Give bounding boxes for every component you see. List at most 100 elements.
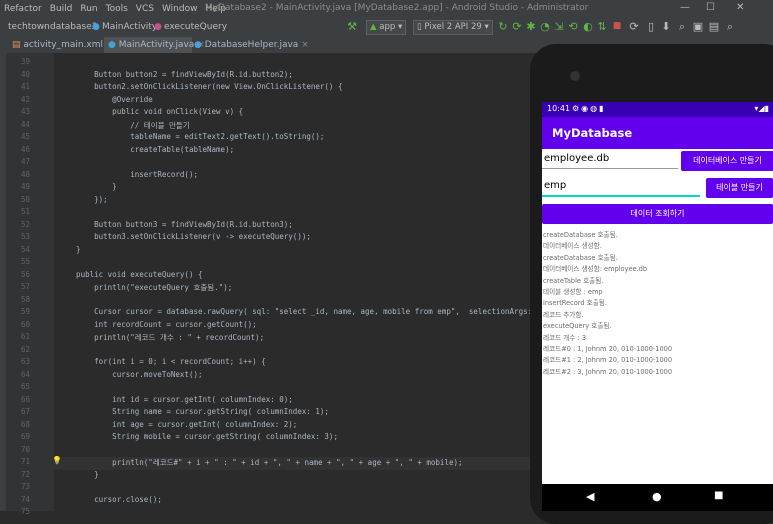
line-number: 40	[20, 69, 30, 79]
line-number: 73	[20, 482, 30, 491]
line-number: 72	[20, 469, 30, 479]
code-text: button2.setOnClickListener(new View.OnCl…	[58, 82, 343, 91]
recents-icon[interactable]: ■	[714, 490, 723, 501]
log-line: createTable 호출됨.	[543, 276, 604, 285]
rerun-icon[interactable]: ↻	[497, 20, 509, 33]
line-number: 68	[20, 419, 30, 429]
code-text: println("레코드 개수 : " + recordCount);	[58, 333, 265, 342]
class-icon: ●	[92, 22, 100, 32]
attach-debugger-icon[interactable]: ⇲	[553, 20, 565, 33]
status-bar: 10:41 ⚙◉◍▮ ▾◢▮	[542, 102, 773, 117]
line-number: 55	[20, 257, 30, 266]
line-number: 53	[20, 232, 30, 241]
close-icon[interactable]: ×	[301, 40, 309, 50]
notification-icons: ⚙◉◍▮	[572, 104, 606, 113]
line-number: 45	[20, 132, 30, 141]
line-number: 48	[20, 169, 30, 179]
breadcrumb-separator-icon: ›	[86, 22, 90, 32]
line-number: 62	[20, 344, 30, 354]
log-line: 데이터베이스 생성함: employee.db	[543, 265, 648, 274]
code-text: insertRecord();	[58, 169, 198, 179]
menu-vcs[interactable]: VCS	[132, 4, 158, 14]
breadcrumb-separator-icon: ›	[148, 22, 152, 32]
sync-icon[interactable]: ⇅	[596, 20, 608, 33]
line-number: 63	[20, 357, 30, 366]
line-number: 71	[20, 457, 30, 466]
home-icon[interactable]: ●	[652, 490, 662, 503]
tab-label: MainActivity.java	[118, 40, 195, 50]
app-bar: MyDatabase	[542, 117, 773, 149]
line-number: 41	[20, 82, 30, 91]
avd-manager-icon[interactable]: ▯	[645, 20, 657, 33]
run-config-select[interactable]: ▲ app ▾	[366, 20, 407, 35]
line-number: 56	[20, 269, 30, 279]
code-text: });	[58, 194, 108, 204]
menu-window[interactable]: Window	[158, 4, 202, 14]
code-text: button3.setOnClickListener(v -> executeQ…	[58, 232, 311, 241]
database-name-input[interactable]: employee.db	[544, 153, 609, 164]
system-nav-bar: ◀ ● ■	[542, 484, 773, 511]
line-number: 52	[20, 219, 30, 229]
log-line: 레코드#1 : 2, Johnm 20, 010-1000-1000	[543, 356, 673, 365]
log-line: 레코드#0 : 1, Johnm 20, 010-1000-1000	[543, 345, 673, 353]
device-select[interactable]: ▯ Pixel 2 API 29 ▾	[413, 20, 493, 35]
line-number: 44	[20, 119, 30, 129]
tab-databasehelper[interactable]: ● DatabaseHelper.java ×	[190, 37, 309, 53]
camera-icon	[570, 71, 580, 81]
back-icon[interactable]: ◀	[586, 490, 594, 503]
table-name-input[interactable]: emp	[544, 180, 566, 191]
hammer-icon[interactable]: ⚒	[346, 20, 358, 33]
menu-tools[interactable]: Tools	[102, 4, 132, 14]
code-text: @Override	[58, 94, 153, 104]
debug-icon[interactable]: ✱	[525, 20, 537, 33]
stop-icon[interactable]: ■	[611, 20, 623, 33]
layout-inspector-icon[interactable]: ⌕	[676, 20, 688, 33]
menu-refactor[interactable]: Refactor	[0, 4, 46, 14]
tab-activity-main[interactable]: ▤ activity_main.xml ×	[8, 37, 113, 53]
breadcrumb-separator-icon: ›	[42, 22, 46, 32]
profile-icon[interactable]: ◔	[539, 20, 551, 33]
create-table-button[interactable]: 테이블 만들기	[706, 178, 773, 198]
menu-build[interactable]: Build	[46, 4, 77, 14]
apply-changes-icon[interactable]: ⟳	[511, 20, 523, 33]
line-number: 43	[20, 107, 30, 116]
device-file-icon[interactable]: ▣	[692, 20, 704, 33]
android-icon: ▲	[370, 22, 377, 32]
class-icon: ●	[194, 40, 202, 50]
code-text: String mobile = cursor.getString( column…	[58, 432, 338, 441]
menu-run[interactable]: Run	[76, 4, 101, 14]
log-line: 레코드 개수 : 3	[543, 333, 587, 342]
code-text: Button button3 = findViewById(R.id.butto…	[58, 219, 293, 229]
phone-icon: ▯	[417, 22, 422, 32]
breadcrumb-executequery[interactable]: executeQuery	[164, 22, 227, 32]
log-line: executeQuery 호출됨.	[543, 322, 612, 331]
line-number: 58	[20, 294, 30, 304]
line-number: 49	[20, 182, 30, 191]
maximize-button[interactable]: ☐	[706, 2, 715, 13]
method-icon: ●	[154, 22, 162, 32]
line-number: 39	[20, 57, 30, 66]
sync-gradle-icon[interactable]: ⟳	[628, 20, 640, 33]
database-inspector-icon[interactable]: ▤	[708, 20, 720, 33]
log-line: 레코드#2 : 3, Johnm 20, 010-1000-1000	[543, 367, 673, 376]
query-data-button[interactable]: 데이터 조회하기	[542, 204, 773, 224]
line-number: 60	[20, 319, 30, 329]
code-text: public void executeQuery() {	[58, 269, 203, 279]
lightbulb-icon[interactable]: 💡	[52, 456, 62, 465]
window-title: MyDatabase2 - MainActivity.java [MyDatab…	[205, 3, 589, 13]
code-text: println("레코드#" + i + " : " + id + ", " +…	[58, 458, 463, 467]
coverage-icon[interactable]: ◐	[582, 20, 594, 33]
input-underline	[542, 168, 678, 169]
code-text: int recordCount = cursor.getCount();	[58, 319, 257, 329]
emulator-screen[interactable]: 10:41 ⚙◉◍▮ ▾◢▮ MyDatabase employee.db 데이…	[542, 102, 773, 484]
tab-label: DatabaseHelper.java	[204, 40, 299, 50]
sdk-manager-icon[interactable]: ⬇	[660, 20, 672, 33]
apply-code-icon[interactable]: ⟲	[567, 20, 579, 33]
code-text: cursor.moveToNext();	[58, 369, 203, 379]
minimize-button[interactable]: —	[680, 2, 690, 13]
log-line: insertRecord 호출됨.	[543, 299, 607, 308]
breadcrumb-database2[interactable]: database2	[50, 22, 97, 32]
create-database-button[interactable]: 데이터베이스 만들기	[681, 151, 773, 171]
search-icon[interactable]: ⌕	[724, 20, 736, 33]
close-button[interactable]: ✕	[736, 2, 744, 13]
